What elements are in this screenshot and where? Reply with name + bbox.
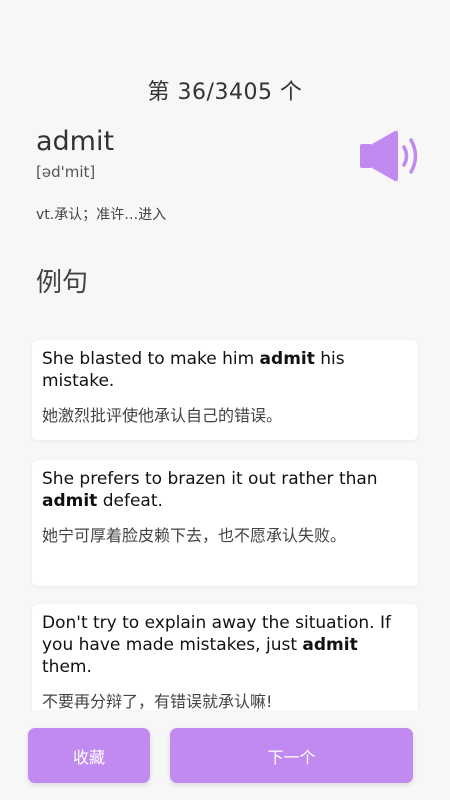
example-card: She blasted to make him admit his mistak… — [32, 340, 418, 440]
progress-counter: 第 36/3405 个 — [147, 80, 303, 105]
speaker-button[interactable] — [357, 128, 423, 184]
example-english: She blasted to make him admit his mistak… — [42, 349, 345, 391]
next-word-button[interactable]: 下一个 — [170, 728, 413, 783]
example-keyword: admit — [42, 491, 98, 511]
example-english: She prefers to brazen it out rather than… — [42, 469, 378, 511]
example-card: She prefers to brazen it out rather than… — [32, 460, 418, 586]
example-english: Don't try to explain away the situation.… — [42, 613, 391, 677]
example-card: Don't try to explain away the situation.… — [32, 604, 418, 710]
example-chinese: 她宁可厚着脸皮赖下去，也不愿承认失败。 — [42, 526, 347, 545]
word-phonetic: [əd'mit] — [36, 163, 96, 181]
favorite-button[interactable]: 收藏 — [28, 728, 150, 783]
example-chinese: 不要再分辩了，有错误就承认嘛! — [42, 692, 273, 710]
examples-section-title: 例句 — [36, 268, 89, 298]
speaker-icon — [360, 130, 418, 182]
example-list[interactable]: She blasted to make him admit his mistak… — [0, 338, 450, 710]
example-chinese: 她激烈批评使他承认自己的错误。 — [42, 406, 283, 425]
word-meaning: vt.承认；准许…进入 — [36, 207, 167, 223]
word-title: admit — [36, 126, 115, 157]
example-keyword: admit — [259, 349, 315, 369]
example-keyword: admit — [302, 635, 358, 655]
